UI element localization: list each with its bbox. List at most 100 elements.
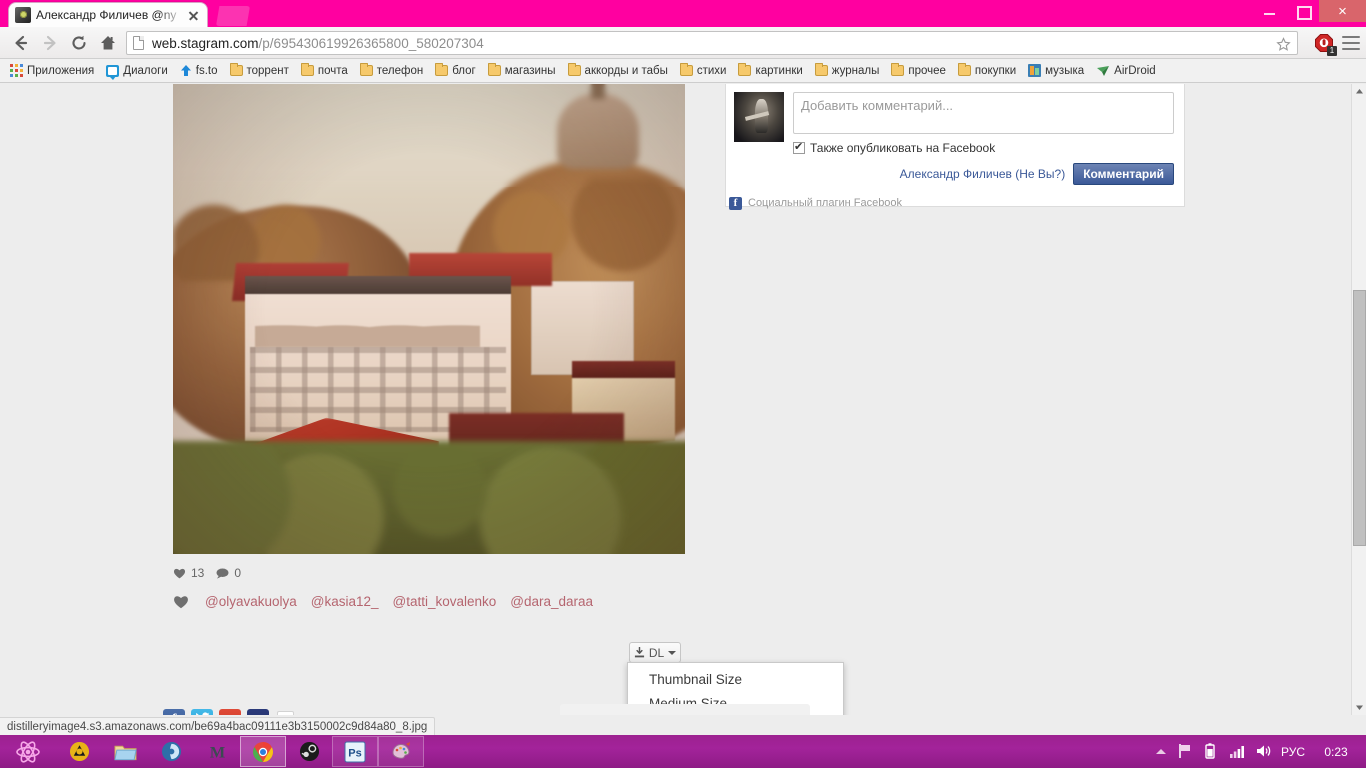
folder-icon [229,63,243,76]
home-icon[interactable] [93,29,122,57]
language-indicator[interactable]: РУС [1281,745,1305,759]
comment-submit-row: Александр Филичев (Не Вы?) Комментарий [793,163,1174,185]
current-user-name: Александр Филичев [899,167,1012,181]
bookmark-purchases[interactable]: покупки [953,63,1021,79]
bookmark-music[interactable]: музыка [1023,62,1089,79]
vertical-scrollbar[interactable] [1351,84,1366,715]
minimize-button[interactable] [1253,0,1286,22]
comments-value: 0 [234,566,242,580]
address-bar[interactable]: web.stagram.com/p/695430619926365800_580… [126,31,1298,55]
new-tab-button[interactable] [216,6,250,26]
taskbar-photoshop-icon[interactable]: Ps [332,736,378,767]
scroll-up-icon[interactable] [1352,84,1366,99]
reload-icon[interactable] [64,29,93,57]
bookmark-pictures[interactable]: картинки [733,63,807,79]
bookmark-label: журналы [831,64,880,77]
volume-icon[interactable] [1255,743,1272,760]
taskbar-utorrent-icon[interactable] [56,736,102,767]
not-you-link[interactable]: (Не Вы?) [1015,167,1065,181]
clock[interactable]: 0:23 [1314,745,1358,759]
close-window-button[interactable]: × [1319,0,1366,22]
tag-link[interactable]: @olyavakuolya [205,594,297,609]
bookmark-label: музыка [1045,64,1085,77]
scroll-down-icon[interactable] [1352,700,1366,715]
hamburger-menu-icon[interactable] [1342,36,1360,50]
adblock-badge: 1 [1327,46,1337,56]
instagram-photo[interactable] [173,84,685,554]
bookmark-label: блог [452,64,476,77]
browser-tab[interactable]: Александр Филичев @ny [8,2,208,27]
forward-arrow-icon[interactable] [35,29,64,57]
bookmark-chords[interactable]: аккорды и табы [563,63,673,79]
bookmark-dialogs[interactable]: Диалоги [101,63,172,80]
taskbar-file-explorer-icon[interactable] [102,736,148,767]
bookmark-mail[interactable]: почта [296,63,353,79]
network-signal-icon[interactable] [1229,743,1246,760]
scrollbar-thumb[interactable] [1353,290,1366,546]
maximize-button[interactable] [1286,0,1319,22]
also-post-row[interactable]: Также опубликовать на Facebook [793,140,1174,155]
bookmark-apps[interactable]: Приложения [5,62,99,79]
taskbar-chrome-icon[interactable] [240,736,286,767]
facebook-icon: f [172,712,177,716]
chat-icon [106,64,120,80]
report-link[interactable]: Report this link [324,713,410,716]
bookmark-torrent[interactable]: торрент [225,63,294,79]
folder-icon [814,63,828,76]
bookmark-fsto[interactable]: fs.to [175,62,223,79]
comment-input[interactable]: Добавить комментарий... [793,92,1174,134]
submit-comment-button[interactable]: Комментарий [1073,163,1174,185]
pinterest-icon: p [254,712,262,716]
tag-link[interactable]: @tatti_kovalenko [393,594,497,609]
bookmark-label: покупки [974,64,1017,77]
bookmark-phone[interactable]: телефон [355,63,428,79]
bookmark-label: аккорды и табы [584,64,668,77]
toolbar-extensions: 1 [1314,31,1360,56]
window-controls: × [1253,0,1366,22]
tag-link[interactable]: @dara_daraa [510,594,593,609]
bookmark-poems[interactable]: стихи [675,63,732,79]
page-viewport: 13 0 @olyavakuolya @kasia12_ @tatti_kova… [0,84,1352,715]
googleplus-icon: g+ [222,713,238,716]
status-bar: distilleryimage4.s3.amazonaws.com/be69a4… [0,717,436,735]
taskbar-paint-icon[interactable] [378,736,424,767]
bookmark-blog[interactable]: блог [430,63,481,79]
bookmark-other[interactable]: прочее [886,63,951,79]
facebook-share-button[interactable]: f [163,709,185,715]
folder-icon [435,63,449,76]
twitter-share-button[interactable] [191,709,213,715]
googleplus-share-button[interactable]: g+ [219,709,241,715]
taskbar-steam-icon[interactable] [286,736,332,767]
bookmark-label: магазины [504,64,556,77]
download-dropdown-button[interactable]: DL [629,642,681,663]
menu-item-thumbnail-size[interactable]: Thumbnail Size [628,668,843,692]
also-post-checkbox[interactable] [793,140,805,154]
adblock-icon[interactable]: 1 [1314,33,1337,56]
windows-taskbar: M Ps РУС 0:23 [0,735,1366,768]
bookmark-magazines[interactable]: журналы [810,63,885,79]
close-icon[interactable] [186,8,201,23]
photo-tags: @olyavakuolya @kasia12_ @tatti_kovalenko… [173,590,733,612]
camera-icon [15,7,31,23]
bookmark-shops[interactable]: магазины [483,63,561,79]
taskbar-internet-icon[interactable] [148,736,194,767]
comments-count: 0 [216,566,241,580]
star-icon[interactable] [1271,34,1295,54]
bookmark-airdroid[interactable]: AirDroid [1091,63,1161,79]
battery-icon[interactable] [1203,743,1220,760]
show-hidden-icons-icon[interactable] [1155,749,1166,754]
bookmark-label: AirDroid [1114,64,1156,77]
user-avatar [734,92,784,142]
taskbar-maxthon-icon[interactable]: M [194,736,240,767]
back-arrow-icon[interactable] [6,29,35,57]
flag-icon[interactable] [1177,743,1194,760]
folder-icon [487,63,501,76]
address-domain: web.stagram.com [152,35,259,51]
svg-text:Ps: Ps [348,747,361,759]
page-icon [133,36,144,50]
pinterest-share-button[interactable]: p [247,709,269,715]
tag-link[interactable]: @kasia12_ [311,594,379,609]
folder-icon [738,63,752,76]
comment-bubble-icon [216,568,229,579]
start-button[interactable] [0,735,56,768]
